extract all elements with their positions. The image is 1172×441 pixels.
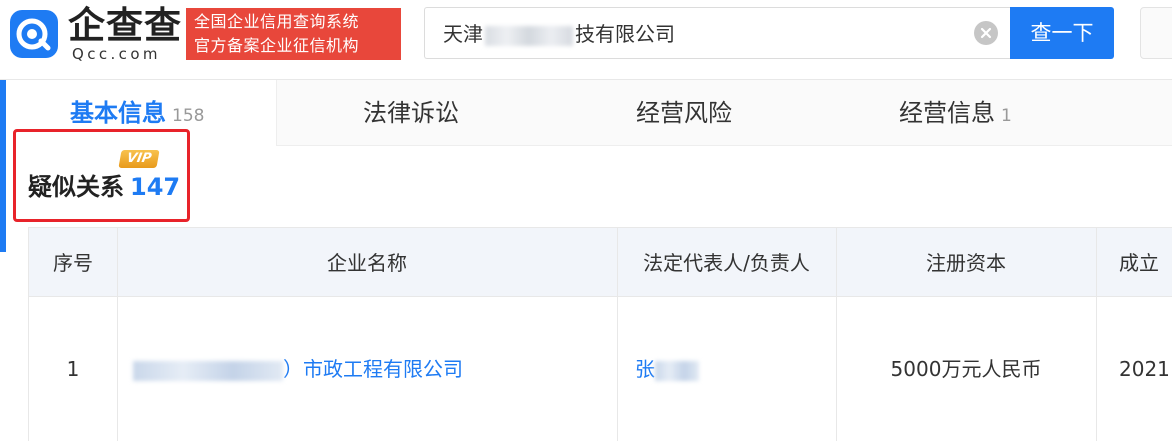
legal-rep-visible: 张 [635, 357, 655, 381]
header: 企查查 Qcc.com 全国企业信用查询系统 官方备案企业征信机构 天津 技有限公… [0, 0, 1172, 80]
company-name-link[interactable]: ）市政工程有限公司 [133, 297, 463, 441]
slogan-line-1: 全国企业信用查询系统 [194, 12, 360, 31]
vip-badge: VIP [118, 150, 160, 168]
company-name-visible: ）市政工程有限公司 [283, 357, 463, 381]
search-query-suffix: 技有限公司 [575, 22, 675, 46]
col-legal-rep: 法定代表人/负责人 [643, 251, 810, 275]
table-header: 序号 企业名称 法定代表人/负责人 注册资本 成立 [29, 227, 1172, 297]
search-button[interactable]: 查一下 [1010, 7, 1114, 59]
column-divider [117, 227, 118, 441]
col-capital: 注册资本 [926, 251, 1006, 275]
redacted-blur [655, 360, 699, 381]
tab-label: 法律诉讼 [363, 99, 459, 127]
related-companies-table: 序号 企业名称 法定代表人/负责人 注册资本 成立 1 ）市政工程有限公司 张 … [28, 227, 1172, 441]
established-date: 2021 [1119, 357, 1170, 381]
tab-legal[interactable]: 法律诉讼 [363, 80, 459, 146]
table-row: 1 ）市政工程有限公司 张 5000万元人民币 2021 [29, 297, 1172, 441]
slogan-banner: 全国企业信用查询系统 官方备案企业征信机构 [186, 8, 401, 60]
column-divider [1096, 227, 1097, 441]
tab-count: 158 [172, 106, 205, 126]
tab-count: 1 [1001, 106, 1012, 126]
tab-risk[interactable]: 经营风险 [636, 80, 732, 146]
registered-capital: 5000万元人民币 [890, 357, 1042, 381]
legal-rep-link[interactable]: 张 [635, 297, 699, 441]
row-index: 1 [66, 357, 80, 381]
col-company: 企业名称 [327, 251, 407, 275]
logo-subtitle: Qcc.com [72, 45, 161, 63]
header-side-button[interactable] [1140, 7, 1172, 59]
section-title[interactable]: 疑似关系 147 [28, 170, 180, 204]
column-divider [836, 227, 837, 441]
slogan-line-2: 官方备案企业征信机构 [194, 36, 360, 55]
logo-text[interactable]: 企查查 [68, 4, 182, 48]
clear-search-icon[interactable] [974, 21, 998, 45]
redacted-blur [133, 360, 283, 381]
column-divider [617, 227, 618, 441]
tab-label: 经营信息 [899, 99, 995, 127]
col-established: 成立 [1119, 251, 1159, 275]
qcc-logo-icon[interactable] [10, 10, 58, 58]
tab-label: 经营风险 [636, 99, 732, 127]
section-count: 147 [130, 173, 181, 201]
section-title-text: 疑似关系 [28, 173, 124, 201]
left-accent-bar [0, 80, 6, 252]
search-query: 天津 技有限公司 [443, 8, 675, 60]
search-input[interactable]: 天津 技有限公司 [424, 7, 1010, 59]
redacted-blur [485, 25, 573, 46]
tab-label: 基本信息 [70, 99, 166, 127]
col-index: 序号 [53, 251, 93, 275]
search-query-prefix: 天津 [443, 22, 483, 46]
tab-business-info[interactable]: 经营信息 1 [899, 80, 1012, 146]
